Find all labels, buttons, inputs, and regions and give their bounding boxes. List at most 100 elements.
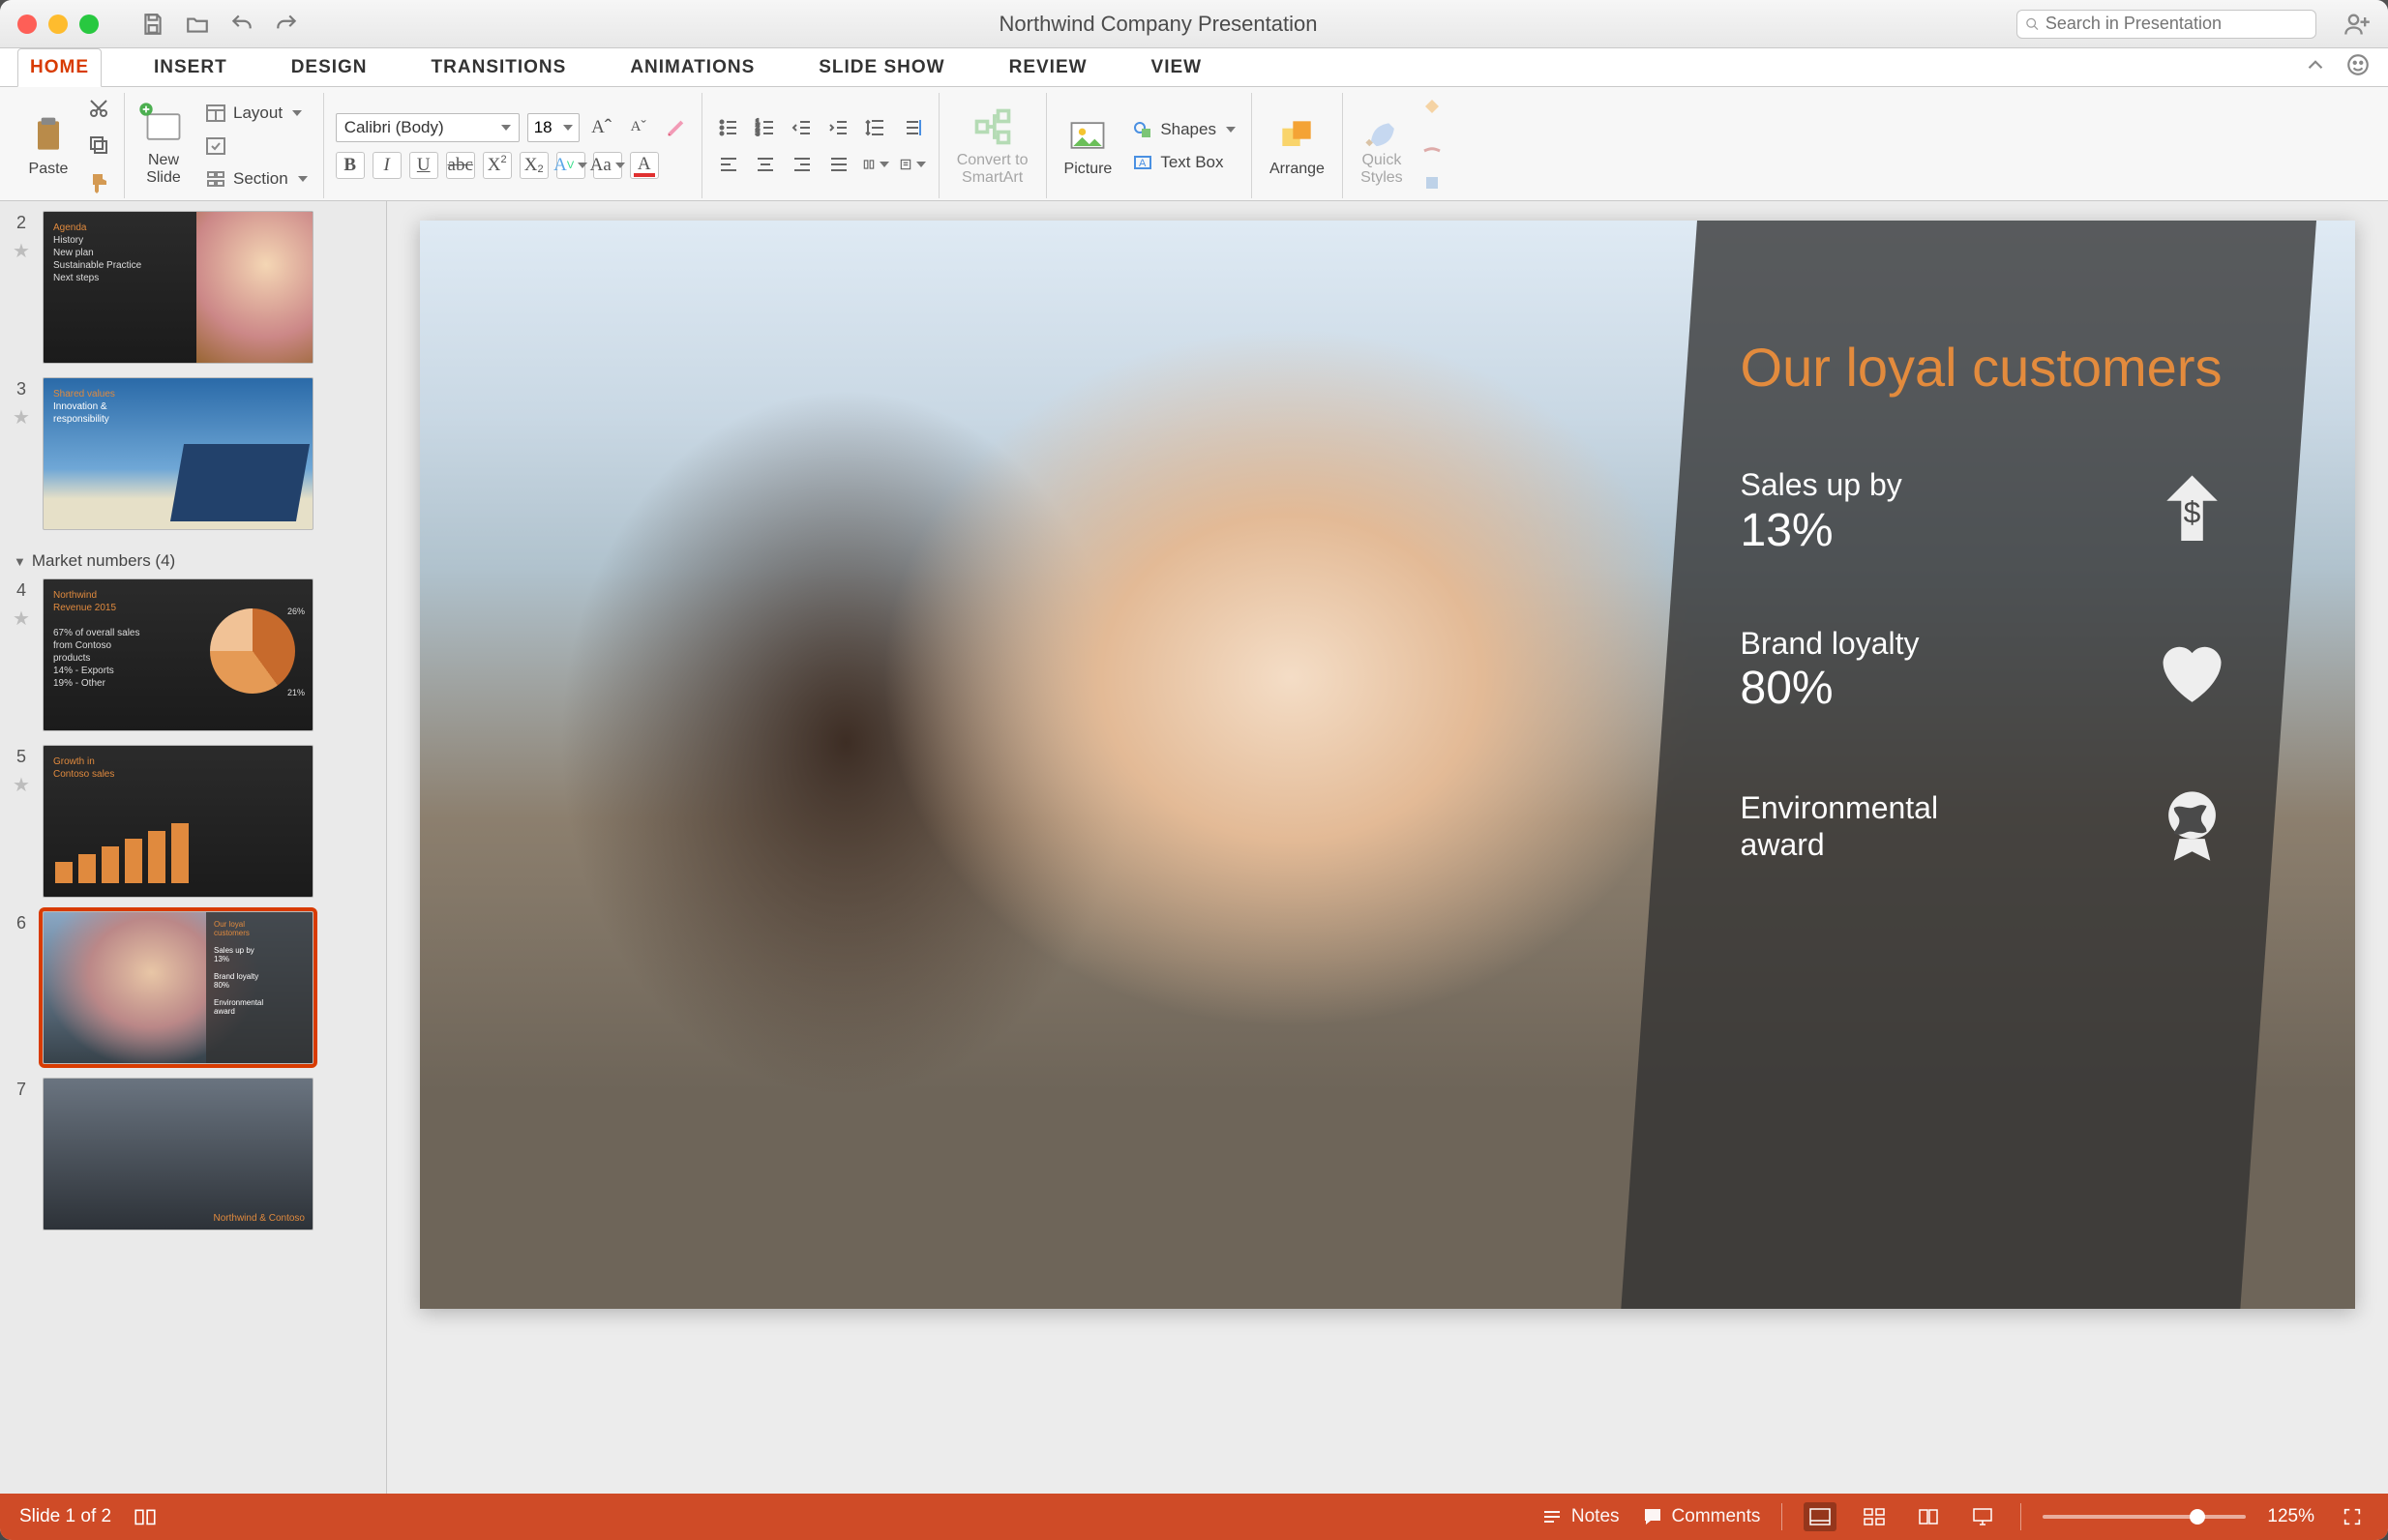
- change-case-button[interactable]: Aa: [593, 152, 622, 179]
- thumbnail-6[interactable]: 6 Our loyalcustomersSales up by13%Brand …: [8, 911, 374, 1064]
- increase-indent-button[interactable]: [824, 114, 853, 141]
- text-effects-button[interactable]: AV: [556, 152, 585, 179]
- bold-button[interactable]: B: [336, 152, 365, 179]
- underline-button[interactable]: U: [409, 152, 438, 179]
- thumbnail-3[interactable]: 3★ Shared valuesInnovation &responsibili…: [8, 377, 374, 530]
- numbering-button[interactable]: 123: [751, 114, 780, 141]
- spellcheck-icon[interactable]: [133, 1506, 158, 1527]
- window-zoom-button[interactable]: [79, 15, 99, 34]
- share-icon[interactable]: [2343, 11, 2371, 38]
- shape-fill-button[interactable]: [1418, 95, 1446, 122]
- slide-overlay-panel: Our loyal customers Sales up by 13% $ Br…: [1621, 221, 2316, 1309]
- undo-icon[interactable]: [228, 11, 255, 38]
- shape-outline-button[interactable]: [1418, 132, 1446, 159]
- slide-panel[interactable]: 2★ AgendaHistoryNew planSustainable Prac…: [0, 201, 387, 1494]
- text-box-button[interactable]: A Text Box: [1127, 149, 1239, 176]
- thumbnail-5[interactable]: 5★ Growth inContoso sales: [8, 745, 374, 898]
- metric-award: Environmental award: [1741, 783, 2236, 870]
- zoom-slider[interactable]: [2043, 1515, 2246, 1519]
- align-text-button[interactable]: [898, 151, 927, 178]
- shrink-font-button[interactable]: Aˇ: [624, 114, 653, 141]
- section-label: Section: [233, 169, 288, 189]
- font-size-combo[interactable]: 18: [527, 113, 580, 142]
- convert-smartart-label: Convert to SmartArt: [957, 152, 1029, 187]
- search-field[interactable]: [2016, 10, 2316, 39]
- copy-icon[interactable]: [85, 132, 112, 159]
- new-slide-button[interactable]: New Slide: [136, 102, 191, 191]
- app-window: Northwind Company Presentation HOME INSE…: [0, 0, 2388, 1540]
- zoom-slider-thumb[interactable]: [2190, 1509, 2205, 1525]
- align-left-button[interactable]: [714, 151, 743, 178]
- italic-button[interactable]: I: [373, 152, 402, 179]
- slide-canvas-area[interactable]: Our loyal customers Sales up by 13% $ Br…: [387, 201, 2388, 1494]
- layout-button[interactable]: Layout: [200, 100, 312, 127]
- save-icon[interactable]: [139, 11, 166, 38]
- section-header[interactable]: Market numbers (4): [8, 544, 374, 578]
- notes-button[interactable]: Notes: [1540, 1505, 1620, 1528]
- justify-button[interactable]: [824, 151, 853, 178]
- slide-sorter-button[interactable]: [1858, 1502, 1891, 1531]
- window-close-button[interactable]: [17, 15, 37, 34]
- tab-home[interactable]: HOME: [17, 48, 102, 87]
- decrease-indent-button[interactable]: [788, 114, 817, 141]
- text-direction-button[interactable]: [898, 114, 927, 141]
- dollar-arrow-icon: $: [2149, 468, 2236, 555]
- star-icon: ★: [13, 239, 30, 263]
- font-color-button[interactable]: A: [630, 152, 659, 179]
- group-slides: New Slide Layout Section: [125, 93, 324, 198]
- subscript-button[interactable]: X2: [520, 152, 549, 179]
- convert-smartart-button[interactable]: Convert to SmartArt: [951, 102, 1034, 191]
- shape-effects-button[interactable]: [1418, 169, 1446, 196]
- arrange-button[interactable]: Arrange: [1264, 110, 1330, 182]
- metric-sales: Sales up by 13% $: [1741, 466, 2236, 556]
- thumbnail-7[interactable]: 7 Northwind & Contoso: [8, 1078, 374, 1230]
- bullets-button[interactable]: [714, 114, 743, 141]
- metric-loyalty: Brand loyalty 80%: [1741, 625, 2236, 715]
- superscript-button[interactable]: X2: [483, 152, 512, 179]
- quick-styles-button[interactable]: Quick Styles: [1355, 102, 1409, 191]
- grow-font-button[interactable]: Aˆ: [587, 114, 616, 141]
- tab-transitions[interactable]: TRANSITIONS: [420, 49, 579, 86]
- search-input[interactable]: [2045, 14, 2308, 34]
- fit-to-window-button[interactable]: [2336, 1502, 2369, 1531]
- normal-view-button[interactable]: [1804, 1502, 1836, 1531]
- collapse-ribbon-icon[interactable]: [2303, 52, 2328, 77]
- font-name-combo[interactable]: Calibri (Body): [336, 113, 520, 142]
- strikethrough-button[interactable]: abc: [446, 152, 475, 179]
- group-clipboard: Paste: [10, 93, 125, 198]
- tab-animations[interactable]: ANIMATIONS: [618, 49, 766, 86]
- slideshow-view-button[interactable]: [1966, 1502, 1999, 1531]
- paste-button[interactable]: Paste: [21, 110, 75, 182]
- line-spacing-button[interactable]: [861, 114, 890, 141]
- open-icon[interactable]: [184, 11, 211, 38]
- window-minimize-button[interactable]: [48, 15, 68, 34]
- reading-view-button[interactable]: [1912, 1502, 1945, 1531]
- heart-icon: [2149, 626, 2236, 713]
- align-center-button[interactable]: [751, 151, 780, 178]
- slide-title: Our loyal customers: [1741, 337, 2236, 399]
- align-right-button[interactable]: [788, 151, 817, 178]
- group-smartart: Convert to SmartArt: [940, 93, 1047, 198]
- columns-button[interactable]: [861, 151, 890, 178]
- shapes-button[interactable]: Shapes: [1127, 116, 1239, 143]
- picture-button[interactable]: Picture: [1059, 110, 1119, 182]
- ribbon: Paste New Slide Layout: [0, 87, 2388, 201]
- redo-icon[interactable]: [273, 11, 300, 38]
- slide-canvas[interactable]: Our loyal customers Sales up by 13% $ Br…: [420, 221, 2355, 1309]
- group-paragraph: 123: [702, 93, 940, 198]
- tab-review[interactable]: REVIEW: [998, 49, 1099, 86]
- emoji-icon[interactable]: [2345, 52, 2371, 77]
- tab-insert[interactable]: INSERT: [142, 49, 239, 86]
- tab-view[interactable]: VIEW: [1140, 49, 1214, 86]
- reset-slide-button[interactable]: [200, 133, 312, 160]
- tab-design[interactable]: DESIGN: [280, 49, 379, 86]
- clear-formatting-button[interactable]: [661, 114, 690, 141]
- section-button[interactable]: Section: [200, 165, 312, 192]
- cut-icon[interactable]: [85, 95, 112, 122]
- tab-slideshow[interactable]: SLIDE SHOW: [807, 49, 956, 86]
- thumbnail-2[interactable]: 2★ AgendaHistoryNew planSustainable Prac…: [8, 211, 374, 364]
- format-painter-icon[interactable]: [85, 169, 112, 196]
- star-icon: ★: [13, 405, 30, 429]
- thumbnail-4[interactable]: 4★ NorthwindRevenue 201567% of overall s…: [8, 578, 374, 731]
- comments-button[interactable]: Comments: [1641, 1505, 1761, 1528]
